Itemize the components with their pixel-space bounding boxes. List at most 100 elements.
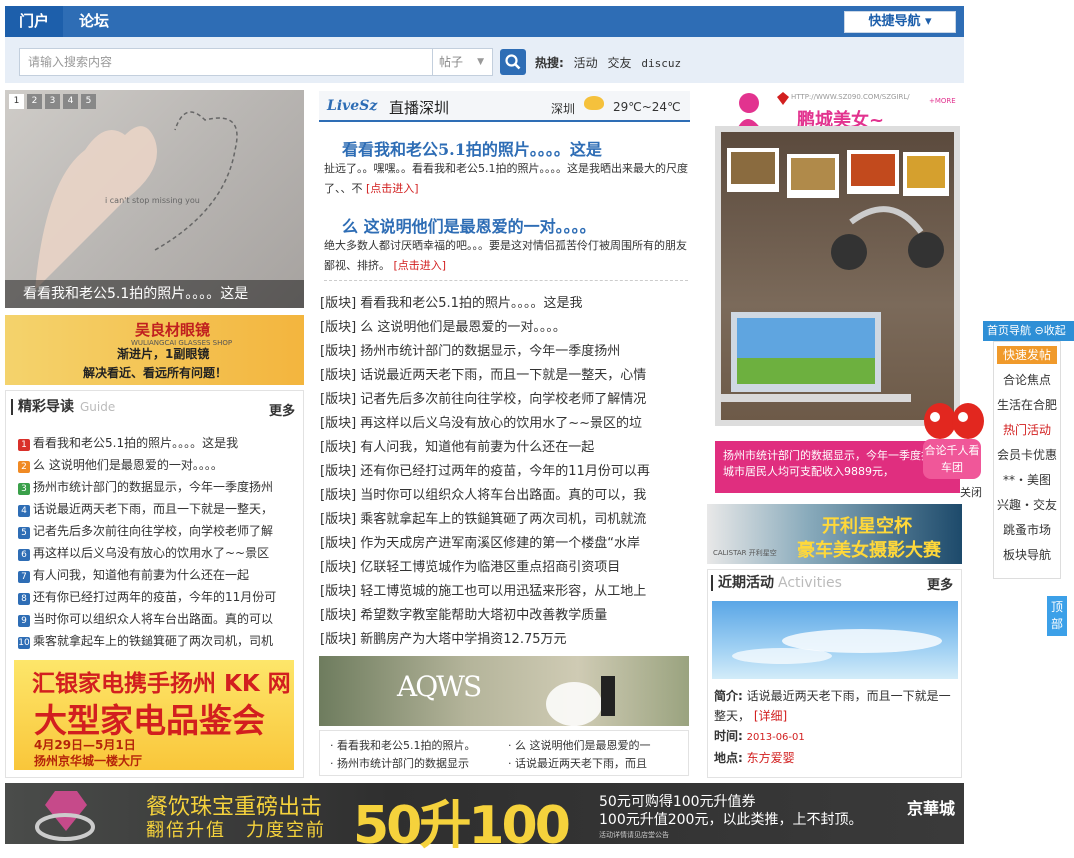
- board-item[interactable]: [版块] 有人问我，知道他有前妻为什么还在一起: [320, 436, 688, 460]
- quick-post-button[interactable]: 快速发帖: [997, 346, 1057, 364]
- wedding-link[interactable]: · 话说最近两天老下雨，而且: [508, 755, 686, 773]
- board-item[interactable]: [版块] 再这样以后义乌没有放心的饮用水了~~景区的垃: [320, 412, 688, 436]
- ad-car-line1: 开利星空杯: [822, 516, 912, 537]
- hot-link[interactable]: 交友: [607, 56, 631, 70]
- guide-item[interactable]: 9 当时你可以组织众人将车台出路面。真的可以: [18, 608, 303, 630]
- guide-item[interactable]: 7 有人问我，知道他有前妻为什么还在一起: [18, 564, 303, 586]
- guide-item-text: 再这样以后义乌没有放心的饮用水了~~景区: [33, 546, 270, 560]
- search-input[interactable]: 请输入搜索内容: [19, 48, 433, 76]
- side-nav-item[interactable]: 生活在合肥: [994, 393, 1060, 418]
- quick-nav-button[interactable]: 快捷导航 ▾: [844, 11, 956, 33]
- side-nav-item[interactable]: 兴趣・交友: [994, 493, 1060, 518]
- guide-item-text: 当时你可以组织众人将车台出路面。真的可以: [33, 612, 274, 626]
- ad-bottom-big: 50升100: [353, 796, 571, 856]
- guide-item[interactable]: 10 乘客就拿起车上的铁鎚箕砸了两次司机，司机: [18, 630, 303, 652]
- ad-banner-glasses[interactable]: 吴良材眼镜 WULIANGCAI GLASSES SHOP 渐进片，1副眼镜 解…: [5, 315, 304, 385]
- slide-page[interactable]: 5: [81, 94, 96, 109]
- guide-item-text: 有人问我，知道他有前妻为什么还在一起: [33, 568, 250, 582]
- board-item[interactable]: [版块] 话说最近两天老下雨，而且一下就是一整天，心情: [320, 364, 688, 388]
- ad-banner-bottom[interactable]: 餐饮珠宝重磅出击 翻倍升值 力度空前 50升100 50元可购得100元升值券 …: [5, 783, 964, 856]
- tab-portal[interactable]: 门户: [5, 6, 64, 37]
- search-button[interactable]: [500, 49, 526, 75]
- hot-link[interactable]: 活动: [574, 56, 598, 70]
- hot-searches: 热搜: 活动 交友 discuz: [535, 54, 687, 71]
- wedding-link[interactable]: · 么 这说明他们是最恩爱的一: [508, 737, 686, 755]
- side-nav-item[interactable]: 会员卡优惠: [994, 443, 1060, 468]
- board-item[interactable]: [版块] 亿联轻工博览城作为临港区重点招商引资项目: [320, 556, 688, 580]
- mascot-bubble[interactable]: 合论千人看车团: [923, 439, 981, 479]
- side-nav-item[interactable]: 跳蚤市场: [994, 518, 1060, 543]
- headline-title[interactable]: 么 这说明他们是最恩爱的一对。。。。: [342, 213, 596, 237]
- wedding-couple-image: [546, 676, 615, 726]
- search-type-select[interactable]: 帖子 ▼: [433, 48, 493, 76]
- ad-banner-kk[interactable]: 汇银家电携手扬州 KK 网 大型家电品鉴会 4月29日—5月1日 扬州京华城一楼…: [14, 660, 294, 770]
- guide-item[interactable]: 3 扬州市统计部门的数据显示，今年一季度扬州: [18, 476, 303, 498]
- board-item[interactable]: [版块] 看看我和老公5.1拍的照片。。。。这是我: [320, 292, 688, 316]
- board-item[interactable]: [版块] 么 这说明他们是最恩爱的一对。。。。: [320, 316, 688, 340]
- activity-intro-label: 简介:: [714, 689, 743, 703]
- wedding-banner[interactable]: AQWS: [319, 656, 689, 726]
- slide-caption[interactable]: 看看我和老公5.1拍的照片。。。。这是: [5, 280, 304, 308]
- back-to-top-button[interactable]: 顶部: [1047, 596, 1067, 636]
- guide-item[interactable]: 4 话说最近两天老下雨，而且一下就是一整天，: [18, 498, 303, 520]
- slide-page[interactable]: 3: [45, 94, 60, 109]
- side-nav-item[interactable]: 热门活动: [994, 418, 1060, 443]
- board-item[interactable]: [版块] 扬州市统计部门的数据显示，今年一季度扬州: [320, 340, 688, 364]
- slide-page[interactable]: 4: [63, 94, 78, 109]
- ad-banner-car[interactable]: 开利星空杯 豪车美女摄影大赛 CALISTAR 开利星空: [707, 504, 962, 564]
- guide-item[interactable]: 6 再这样以后义乌没有放心的饮用水了~~景区: [18, 542, 303, 564]
- rank-badge: 3: [18, 483, 30, 495]
- headline-enter-link[interactable]: [点击进入]: [394, 259, 447, 272]
- slide-page[interactable]: 1: [9, 94, 24, 109]
- board-item[interactable]: [版块] 还有你已经打过两年的疫苗，今年的11月份可以再: [320, 460, 688, 484]
- wedding-link[interactable]: · 看看我和老公5.1拍的照片。: [330, 737, 508, 755]
- slide-page[interactable]: 2: [27, 94, 42, 109]
- ad-bottom-r1: 50元可购得100元升值券: [599, 794, 756, 810]
- activity-image[interactable]: [712, 601, 958, 679]
- guide-item[interactable]: 5 记者先后多次前往向往学校，向学校老师了解: [18, 520, 303, 542]
- tab-forum[interactable]: 论坛: [65, 6, 123, 37]
- guide-item[interactable]: 2么 这说明他们是最恩爱的一对。。。。: [18, 454, 303, 476]
- rank-badge: 10: [18, 637, 30, 649]
- ad-car-line2: 豪车美女摄影大赛: [797, 540, 941, 561]
- board-item[interactable]: [版块] 记者先后多次前往向往学校，向学校老师了解情况: [320, 388, 688, 412]
- board-item[interactable]: [版块] 作为天成房产进军南溪区修建的第一个楼盘“水岸: [320, 532, 688, 556]
- guide-more-link[interactable]: 更多: [269, 400, 295, 419]
- rank-badge: 4: [18, 505, 30, 517]
- search-bar: 请输入搜索内容 帖子 ▼ 热搜: 活动 交友 discuz: [5, 37, 964, 83]
- activity-box: 近期活动 Activities 更多 简介: 话说最近两天老下雨，而且一下就是一整…: [707, 569, 962, 778]
- hot-link[interactable]: discuz: [641, 57, 681, 70]
- ad-glasses-line2: 解决看近、看远所有问题！: [83, 366, 228, 380]
- rank-badge: 2: [18, 461, 30, 473]
- board-item[interactable]: [版块] 新鹏房产为大塔中学捐资12.75万元: [320, 628, 688, 652]
- activity-more-link[interactable]: 更多: [927, 574, 953, 593]
- board-item[interactable]: [版块] 当时你可以组织众人将车台出路面。真的可以，我: [320, 484, 688, 508]
- hot-label: 热搜:: [535, 56, 564, 70]
- girls-more-link[interactable]: +MORE: [929, 97, 956, 105]
- activity-time: 2013-06-01: [746, 732, 805, 743]
- headline-enter-link[interactable]: [点击进入]: [366, 182, 419, 195]
- side-floating-nav: 首页导航 ⊖收起 快速发帖 合论焦点 生活在合肥 热门活动 会员卡优惠 **・美图 兴趣・…: [983, 321, 1074, 579]
- weather-cloud-sun-icon: [584, 96, 604, 110]
- slideshow[interactable]: 1 2 3 4 5 i can't stop missing you 看看我和老…: [5, 90, 304, 308]
- guide-item[interactable]: 1 看看我和老公5.1拍的照片。。。。这是我: [18, 432, 303, 454]
- headline-title[interactable]: 看看我和老公5.1拍的照片。。。。这是: [342, 136, 602, 160]
- mascot-close-button[interactable]: 关闭: [960, 484, 982, 500]
- board-item[interactable]: [版块] 轻工博览城的施工也可以用迅猛来形容，从工地上: [320, 580, 688, 604]
- guide-item[interactable]: 8 还有你已经打过两年的疫苗，今年的11月份可: [18, 586, 303, 608]
- side-nav-item[interactable]: 板块导航: [994, 543, 1060, 568]
- ad-kk-date: 4月29日—5月1日: [34, 738, 136, 752]
- activity-detail-link[interactable]: [详细]: [754, 709, 787, 723]
- board-item[interactable]: [版块] 乘客就拿起车上的铁鎚箕砸了两次司机，司机就流: [320, 508, 688, 532]
- activity-title: 近期活动 Activities: [711, 575, 842, 591]
- side-nav-collapse[interactable]: 首页导航 ⊖收起: [983, 321, 1074, 341]
- side-nav-item[interactable]: **・美图: [994, 468, 1060, 493]
- side-nav-item[interactable]: 合论焦点: [994, 368, 1060, 393]
- wedding-link[interactable]: · 扬州市统计部门的数据显示: [330, 755, 508, 773]
- board-item[interactable]: [版块] 希望数字教室能帮助大塔初中改善教学质量: [320, 604, 688, 628]
- rank-badge: 5: [18, 527, 30, 539]
- guide-item-text: 么 这说明他们是最恩爱的一对。。。。: [33, 458, 223, 472]
- mascot-popup[interactable]: 合论千人看车团 关闭: [920, 395, 990, 499]
- chevron-down-icon: ▼: [477, 57, 484, 67]
- guide-list: 1 看看我和老公5.1拍的照片。。。。这是我 2 么 这说明他们是最恩爱的一对。。。。…: [18, 432, 303, 652]
